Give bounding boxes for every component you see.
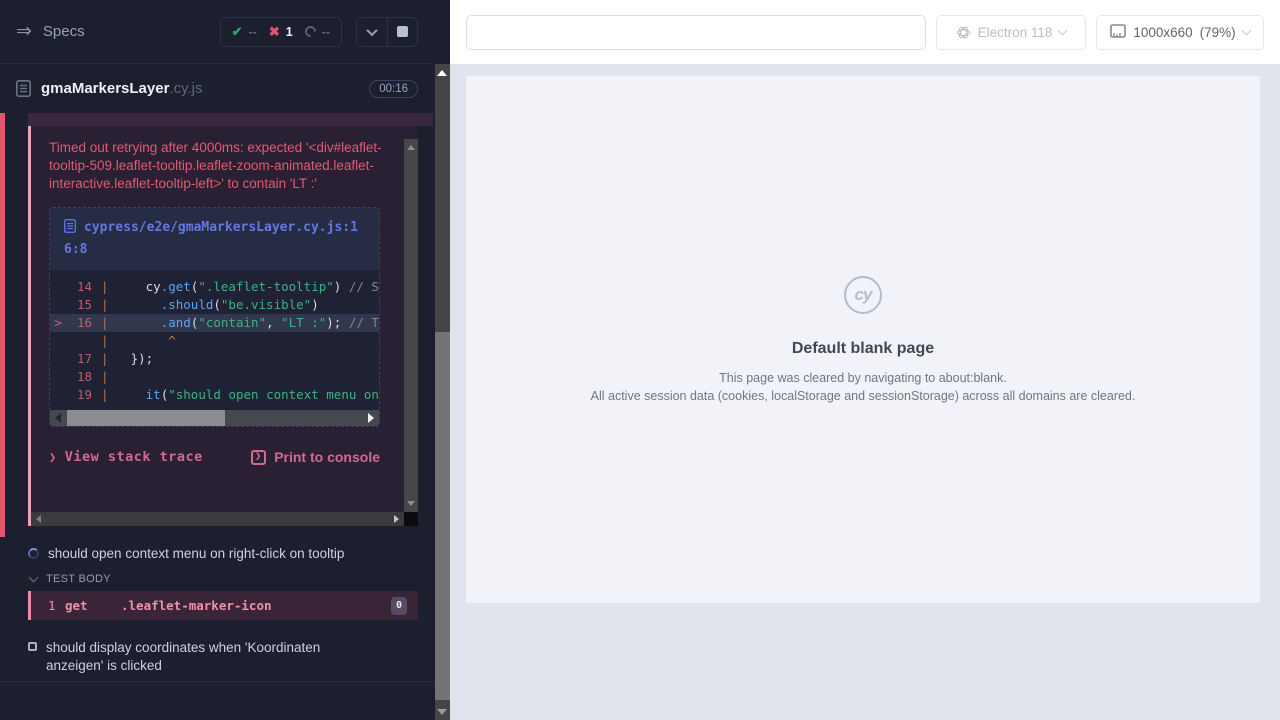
aut-viewport: cy Default blank page This page was clea… xyxy=(466,76,1260,603)
pending-icon xyxy=(302,24,318,40)
scroll-down-icon xyxy=(437,709,447,715)
print-console-icon xyxy=(251,450,266,465)
chevron-down-icon xyxy=(1058,25,1068,35)
error-vertical-scrollbar[interactable] xyxy=(404,139,418,512)
code-frame-file-link[interactable]: cypress/e2e/gmaMarkersLayer.cy.js:16:8 xyxy=(50,208,379,270)
code-line: 18| xyxy=(50,368,379,386)
chevron-down-icon xyxy=(1241,25,1251,35)
reporter-panel: ⇒ Specs ✔ -- ✖ 1 -- xyxy=(0,0,450,720)
divider xyxy=(0,681,434,682)
chevron-down-icon xyxy=(366,24,377,35)
code-line: 19| it("should open context menu on righ… xyxy=(50,386,379,404)
blank-page-line1: This page was cleared by navigating to a… xyxy=(591,371,1136,385)
reporter-header: ⇒ Specs ✔ -- ✖ 1 -- xyxy=(0,0,434,64)
code-lines: 14| cy.get(".leaflet-tooltip") // Selec1… xyxy=(50,270,379,404)
code-line: 15| .should("be.visible") xyxy=(50,296,379,314)
spec-file-icon xyxy=(16,80,31,97)
scroll-down-icon xyxy=(407,501,415,506)
error-message: Timed out retrying after 4000ms: expecte… xyxy=(49,139,393,193)
run-controls xyxy=(356,17,418,47)
viewport-size-label: 1000x660 xyxy=(1133,25,1192,40)
code-line: >16| .and("contain", "LT :"); // Test xyxy=(50,314,379,332)
electron-icon xyxy=(956,25,971,40)
collapse-all-button[interactable] xyxy=(357,18,387,46)
url-input[interactable] xyxy=(466,15,926,50)
stat-pending: -- xyxy=(305,25,330,39)
failed-attempt-block: Timed out retrying after 4000ms: expecte… xyxy=(0,113,434,537)
code-horizontal-scrollbar[interactable] xyxy=(50,410,379,426)
viewport-zoom-label: (79%) xyxy=(1200,25,1236,40)
spec-name: gmaMarkersLayer xyxy=(41,80,169,97)
scrollbar-thumb[interactable] xyxy=(435,332,450,700)
specs-menu-icon[interactable]: ⇒ xyxy=(16,22,32,41)
code-line: 17| }); xyxy=(50,350,379,368)
viewport-size-icon xyxy=(1110,24,1126,41)
scroll-up-icon xyxy=(407,145,415,150)
stop-run-button[interactable] xyxy=(387,18,417,46)
spec-extension: .cy.js xyxy=(169,80,202,97)
code-line: 14| cy.get(".leaflet-tooltip") // Selec xyxy=(50,278,379,296)
spec-header[interactable]: gmaMarkersLayer.cy.js 00:16 xyxy=(0,64,434,113)
viewport-size-selector[interactable]: 1000x660 (79%) xyxy=(1096,15,1264,50)
scroll-left-icon xyxy=(55,413,61,423)
blank-page-message: cy Default blank page This page was clea… xyxy=(591,276,1136,403)
cypress-logo-icon: cy xyxy=(844,276,882,314)
test-item-running[interactable]: should open context menu on right-click … xyxy=(0,545,434,563)
aut-stage: cy Default blank page This page was clea… xyxy=(450,64,1280,720)
test-title: should open context menu on right-click … xyxy=(48,545,344,563)
stop-icon xyxy=(397,26,408,37)
blank-page-line2: All active session data (cookies, localS… xyxy=(591,389,1136,403)
chevron-down-icon xyxy=(29,573,39,583)
command-log-entry[interactable]: 1 get .leaflet-marker-icon 0 xyxy=(28,591,418,620)
print-to-console-button[interactable]: Print to console xyxy=(251,449,380,465)
test-body-section[interactable]: TEST BODY xyxy=(0,573,434,585)
browser-selector[interactable]: Electron 118 xyxy=(936,15,1086,50)
command-method: get xyxy=(65,598,121,613)
test-body-label: TEST BODY xyxy=(46,573,111,585)
command-message: .leaflet-marker-icon xyxy=(121,598,391,613)
scroll-left-icon xyxy=(36,515,41,523)
code-line: | ^ xyxy=(50,332,379,350)
command-number: 1 xyxy=(31,598,65,613)
error-panel: Timed out retrying after 4000ms: expecte… xyxy=(28,126,418,526)
scrollbar-thumb[interactable] xyxy=(67,410,225,426)
code-file-icon xyxy=(64,219,76,240)
blank-page-heading: Default blank page xyxy=(591,340,1136,358)
chevron-right-icon: ❯ xyxy=(49,450,57,464)
scrollbar-corner xyxy=(404,512,418,526)
stat-passed: ✔ -- xyxy=(232,24,257,40)
aut-header: Electron 118 1000x660 (79%) xyxy=(450,0,1280,64)
browser-label: Electron 118 xyxy=(978,25,1053,40)
scroll-right-icon xyxy=(368,413,374,423)
code-frame: cypress/e2e/gmaMarkersLayer.cy.js:16:8 1… xyxy=(49,207,380,427)
queued-test-icon xyxy=(28,642,37,651)
stat-failed: ✖ 1 xyxy=(269,24,293,40)
view-stack-trace-button[interactable]: ❯View stack trace xyxy=(49,449,203,465)
test-title: should display coordinates when 'Koordin… xyxy=(46,639,376,675)
spinner-icon xyxy=(28,548,39,559)
app-under-test-area: Electron 118 1000x660 (79%) cy Default b… xyxy=(450,0,1280,720)
scroll-right-icon xyxy=(394,515,399,523)
error-horizontal-scrollbar[interactable] xyxy=(31,512,404,526)
test-stats: ✔ -- ✖ 1 -- xyxy=(220,17,342,47)
test-item-queued[interactable]: should display coordinates when 'Koordin… xyxy=(0,639,434,675)
scroll-up-icon xyxy=(437,70,447,76)
reporter-scrollbar[interactable] xyxy=(435,64,450,720)
failed-icon: ✖ xyxy=(269,24,280,40)
command-badge: 0 xyxy=(391,597,407,615)
specs-title: Specs xyxy=(43,23,85,40)
passed-icon: ✔ xyxy=(232,24,243,40)
spec-timer: 00:16 xyxy=(369,80,418,98)
attempt-header-band xyxy=(28,113,433,126)
